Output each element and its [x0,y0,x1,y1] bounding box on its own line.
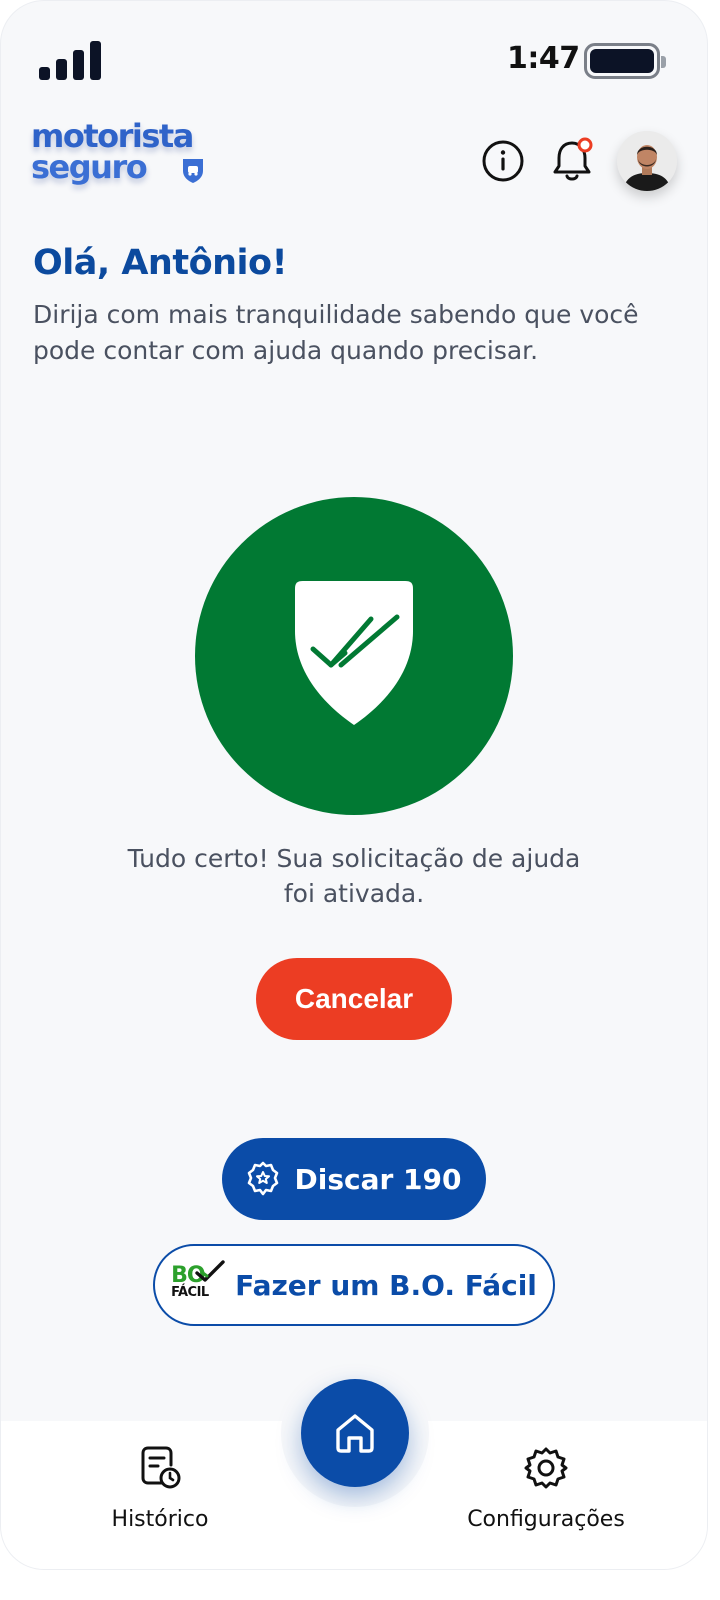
notification-dot [577,137,593,153]
nav-item-history[interactable]: Histórico [99,1445,221,1532]
greeting-title: Olá, Antônio! [33,243,288,283]
notifications-button[interactable] [549,135,599,187]
signal-icon [39,41,101,80]
status-message: Tudo certo! Sua solicitação de ajuda foi… [127,844,581,908]
dial-190-button[interactable]: Discar 190 [222,1138,486,1220]
home-button[interactable] [301,1379,409,1487]
info-button[interactable] [479,137,527,185]
profile-avatar[interactable] [617,131,677,191]
logo-shield-icon [183,159,203,183]
info-icon [482,140,524,182]
police-badge-icon [248,1161,279,1196]
bell-icon [553,137,593,181]
nav-item-settings[interactable]: Configurações [451,1445,641,1532]
app-screen: 1:47 motorista seguro Olá, Antônio! Diri… [0,0,708,1570]
status-circle [195,497,513,815]
user-avatar-icon [617,131,677,191]
history-icon [141,1446,181,1489]
bo-facil-label: Fazer um B.O. Fácil [235,1268,537,1302]
home-icon [336,1414,374,1453]
battery-icon [584,43,666,79]
nav-label-history: Histórico [111,1507,209,1532]
shield-check-icon [295,581,413,725]
greeting-subtitle: Dirija com mais tranquilidade sabendo qu… [33,300,639,365]
nav-label-settings: Configurações [467,1507,625,1532]
dial-190-label: Discar 190 [294,1162,462,1196]
double-check-icon [195,1260,225,1282]
bo-logo-bottom-text: FÁCIL [171,1285,209,1300]
app-logo: motorista seguro [31,120,211,183]
status-time: 1:47 [507,41,580,76]
cancel-button[interactable]: Cancelar [256,958,452,1040]
bo-facil-logo: BO FÁCIL [171,1260,225,1307]
gear-icon [524,1447,568,1489]
bo-facil-button[interactable]: BO FÁCIL Fazer um B.O. Fácil [153,1244,555,1326]
